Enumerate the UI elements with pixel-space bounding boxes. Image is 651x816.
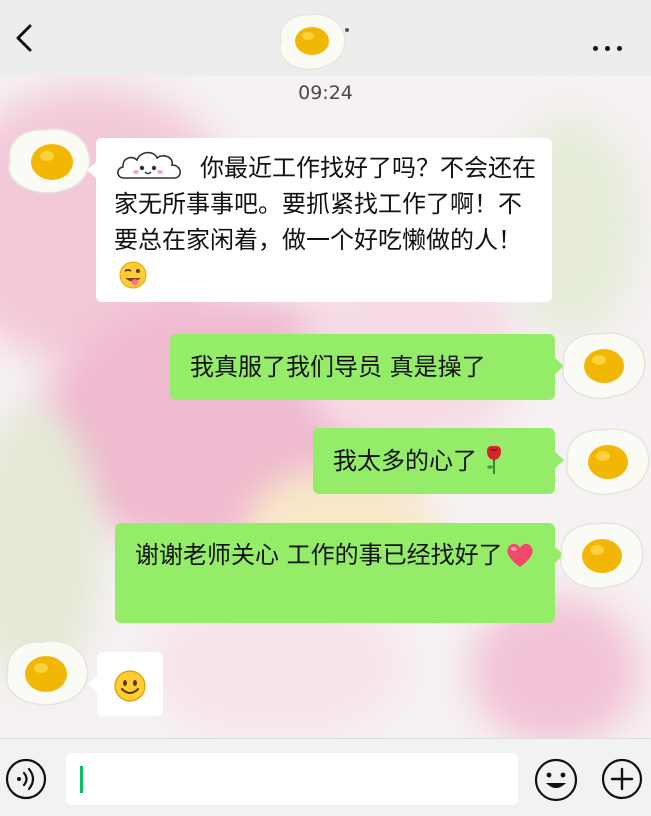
outgoing-message-bubble[interactable]: 我太多的心了 bbox=[313, 428, 564, 494]
text-caret bbox=[80, 766, 83, 793]
self-avatar[interactable] bbox=[556, 518, 648, 594]
cloud-face-emoji bbox=[117, 151, 181, 179]
self-avatar[interactable] bbox=[558, 328, 650, 404]
message-text: 我真服了我们导员 真是操了 bbox=[190, 353, 486, 381]
sender-avatar[interactable] bbox=[2, 122, 94, 198]
outgoing-message-bubble[interactable]: 我真服了我们导员 真是操了 bbox=[170, 334, 564, 400]
rose-emoji bbox=[487, 445, 501, 474]
smiley-sticker-icon[interactable] bbox=[533, 757, 579, 803]
title-dot bbox=[345, 28, 349, 32]
pink-heart-emoji bbox=[507, 543, 533, 567]
plus-icon[interactable] bbox=[600, 757, 644, 801]
sender-avatar[interactable] bbox=[0, 634, 92, 710]
message-text: 谢谢老师关心 工作的事已经找好了 bbox=[135, 541, 503, 569]
outgoing-message-bubble[interactable]: 谢谢老师关心 工作的事已经找好了 bbox=[115, 523, 564, 623]
smiling-face-emoji bbox=[114, 670, 146, 702]
incoming-message-bubble[interactable] bbox=[88, 652, 163, 716]
more-dots-icon[interactable] bbox=[593, 36, 637, 51]
chevron-left-icon[interactable] bbox=[10, 20, 38, 56]
input-bar bbox=[0, 738, 651, 816]
self-avatar[interactable] bbox=[562, 424, 651, 500]
message-timestamp: 09:24 bbox=[298, 82, 353, 104]
voice-icon[interactable] bbox=[4, 757, 48, 801]
incoming-message-bubble[interactable]: 你最近工作找好了吗？不会还在家无所事事吧。要抓紧找工作了啊！不要总在家闲着，做一… bbox=[87, 138, 552, 302]
winking-tongue-emoji bbox=[119, 261, 147, 289]
contact-avatar[interactable] bbox=[273, 8, 351, 74]
message-input[interactable] bbox=[66, 753, 518, 805]
message-text: 我太多的心了 bbox=[333, 447, 477, 475]
chat-header bbox=[0, 0, 651, 76]
